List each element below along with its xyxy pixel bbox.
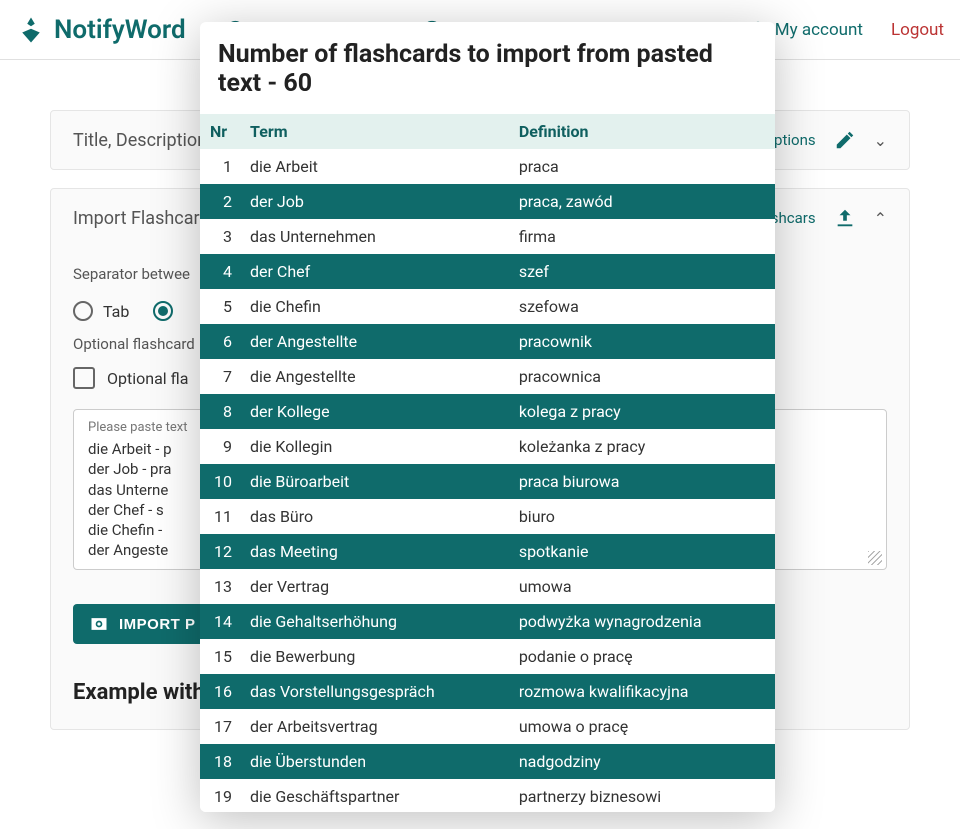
cell-definition: firma	[509, 219, 775, 254]
cell-definition: biuro	[509, 499, 775, 534]
table-row: 15die Bewerbungpodanie o pracę	[200, 639, 775, 674]
cell-term: das Unternehmen	[240, 219, 509, 254]
cell-nr: 5	[200, 289, 240, 324]
cell-term: das Meeting	[240, 534, 509, 569]
table-row: 17der Arbeitsvertragumowa o pracę	[200, 709, 775, 744]
cell-term: die Geschäftspartner	[240, 779, 509, 812]
cell-definition: rozmowa kwalifikacyjna	[509, 674, 775, 709]
table-row: 7die Angestelltepracownica	[200, 359, 775, 394]
cell-definition: spotkanie	[509, 534, 775, 569]
cell-definition: koleżanka z pracy	[509, 429, 775, 464]
table-row: 16das Vorstellungsgesprächrozmowa kwalif…	[200, 674, 775, 709]
cell-definition: praca, zawód	[509, 184, 775, 219]
cell-nr: 1	[200, 149, 240, 184]
table-row: 12das Meetingspotkanie	[200, 534, 775, 569]
cell-term: das Vorstellungsgespräch	[240, 674, 509, 709]
cell-nr: 15	[200, 639, 240, 674]
cell-definition: praca	[509, 149, 775, 184]
table-row: 10die Büroarbeitpraca biurowa	[200, 464, 775, 499]
cell-nr: 19	[200, 779, 240, 812]
cell-nr: 7	[200, 359, 240, 394]
table-row: 11das Bürobiuro	[200, 499, 775, 534]
cell-term: der Job	[240, 184, 509, 219]
cell-nr: 10	[200, 464, 240, 499]
cell-nr: 13	[200, 569, 240, 604]
th-definition: Definition	[509, 114, 775, 149]
table-row: 5die Chefinszefowa	[200, 289, 775, 324]
cell-term: die Angestellte	[240, 359, 509, 394]
import-preview-modal: Number of flashcards to import from past…	[200, 22, 775, 812]
cell-nr: 11	[200, 499, 240, 534]
table-row: 3das Unternehmenfirma	[200, 219, 775, 254]
cell-definition: szefowa	[509, 289, 775, 324]
cell-definition: partnerzy biznesowi	[509, 779, 775, 812]
cell-term: der Vertrag	[240, 569, 509, 604]
cell-term: der Arbeitsvertrag	[240, 709, 509, 744]
cell-definition: nadgodziny	[509, 744, 775, 779]
cell-nr: 12	[200, 534, 240, 569]
cell-nr: 18	[200, 744, 240, 779]
cell-term: die Bewerbung	[240, 639, 509, 674]
cell-term: der Chef	[240, 254, 509, 289]
preview-table: Nr Term Definition 1die Arbeitpraca2der …	[200, 114, 775, 812]
cell-definition: umowa o pracę	[509, 709, 775, 744]
table-row: 4der Chefszef	[200, 254, 775, 289]
cell-definition: kolega z pracy	[509, 394, 775, 429]
cell-definition: pracownik	[509, 324, 775, 359]
table-header-row: Nr Term Definition	[200, 114, 775, 149]
cell-nr: 16	[200, 674, 240, 709]
th-nr: Nr	[200, 114, 240, 149]
cell-nr: 17	[200, 709, 240, 744]
cell-term: die Gehaltserhöhung	[240, 604, 509, 639]
table-row: 1die Arbeitpraca	[200, 149, 775, 184]
modal-title: Number of flashcards to import from past…	[200, 40, 775, 114]
cell-term: die Kollegin	[240, 429, 509, 464]
table-row: 14die Gehaltserhöhungpodwyżka wynagrodze…	[200, 604, 775, 639]
table-row: 8der Kollegekolega z pracy	[200, 394, 775, 429]
cell-nr: 6	[200, 324, 240, 359]
cell-term: die Überstunden	[240, 744, 509, 779]
cell-term: die Büroarbeit	[240, 464, 509, 499]
cell-definition: szef	[509, 254, 775, 289]
cell-definition: umowa	[509, 569, 775, 604]
cell-definition: podanie o pracę	[509, 639, 775, 674]
cell-term: das Büro	[240, 499, 509, 534]
th-term: Term	[240, 114, 509, 149]
cell-nr: 2	[200, 184, 240, 219]
cell-definition: pracownica	[509, 359, 775, 394]
cell-term: die Chefin	[240, 289, 509, 324]
table-row: 13der Vertragumowa	[200, 569, 775, 604]
table-row: 19die Geschäftspartnerpartnerzy biznesow…	[200, 779, 775, 812]
cell-term: der Kollege	[240, 394, 509, 429]
cell-definition: praca biurowa	[509, 464, 775, 499]
table-row: 18die Überstundennadgodziny	[200, 744, 775, 779]
cell-definition: podwyżka wynagrodzenia	[509, 604, 775, 639]
cell-nr: 3	[200, 219, 240, 254]
cell-term: der Angestellte	[240, 324, 509, 359]
cell-nr: 9	[200, 429, 240, 464]
cell-nr: 14	[200, 604, 240, 639]
table-row: 6der Angestelltepracownik	[200, 324, 775, 359]
cell-term: die Arbeit	[240, 149, 509, 184]
cell-nr: 8	[200, 394, 240, 429]
table-row: 2der Jobpraca, zawód	[200, 184, 775, 219]
table-row: 9die Kolleginkoleżanka z pracy	[200, 429, 775, 464]
cell-nr: 4	[200, 254, 240, 289]
